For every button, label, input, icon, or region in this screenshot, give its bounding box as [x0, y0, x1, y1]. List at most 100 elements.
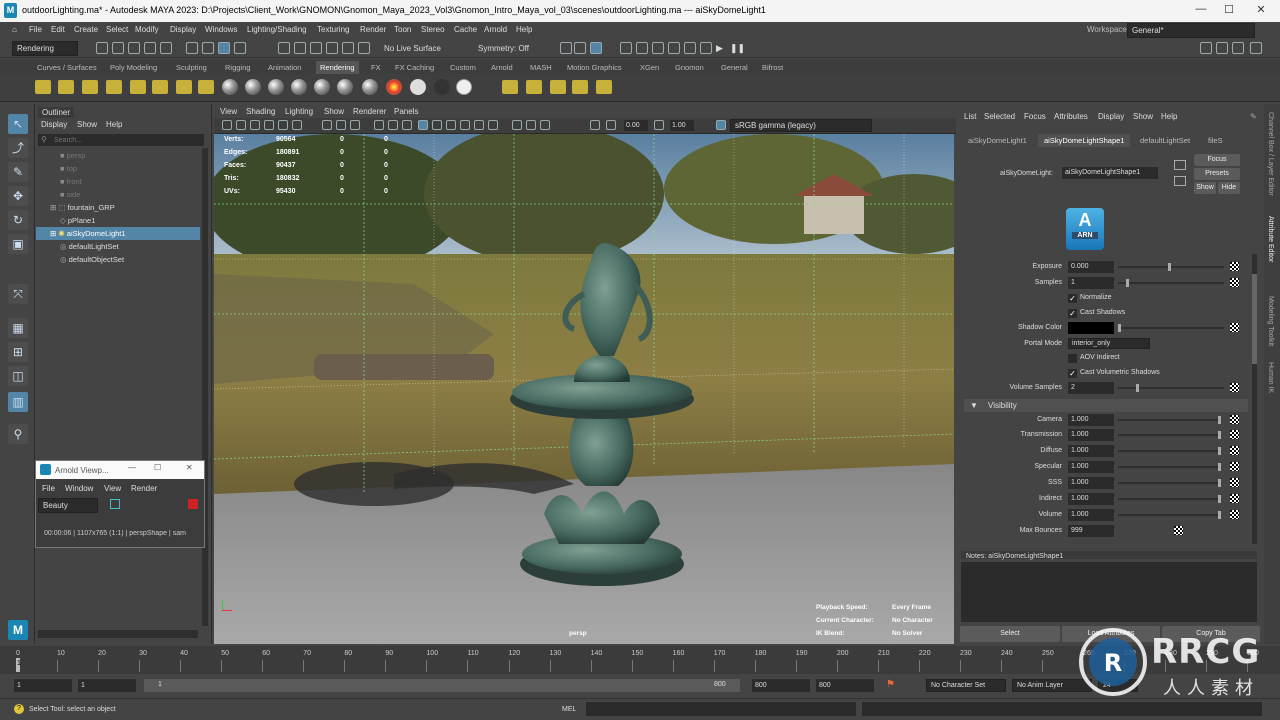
lambert-sphere-icon[interactable] [245, 79, 261, 95]
vis-specular-slider[interactable] [1118, 463, 1221, 471]
tool-settings-toggle-icon[interactable] [1232, 42, 1244, 54]
menu-select[interactable]: Select [106, 25, 128, 34]
spot-light-icon[interactable] [35, 80, 51, 94]
map-button-icon[interactable] [1230, 478, 1239, 487]
move-tool-icon[interactable]: ✥ [8, 186, 28, 206]
anti-alias-icon[interactable] [488, 120, 498, 130]
ipr-render-icon[interactable] [652, 42, 664, 54]
exposure-field[interactable]: 0.00 [624, 120, 648, 131]
tab-attribute-editor[interactable]: Attribute Editor [1267, 216, 1274, 262]
camera-icon[interactable] [176, 80, 192, 94]
ae-go-input-icon[interactable] [1174, 160, 1186, 170]
volume-light-icon[interactable] [152, 80, 168, 94]
menu-home-icon[interactable]: ⌂ [12, 25, 17, 34]
character-set-dropdown[interactable]: No Character Set [926, 679, 1006, 692]
menu-lighting-shading[interactable]: Lighting/Shading [247, 25, 307, 34]
shelf-tab-sculpting[interactable]: Sculpting [176, 63, 207, 72]
vp-menu-panels[interactable]: Panels [394, 107, 418, 116]
arnold-menu-file[interactable]: File [42, 484, 55, 493]
ae-menu-selected[interactable]: Selected [984, 112, 1015, 121]
arnold-close-button[interactable]: ✕ [186, 463, 193, 472]
vis-volume-field[interactable]: 1.000 [1068, 509, 1114, 521]
menuset-dropdown[interactable]: Rendering [12, 41, 78, 56]
lights-icon[interactable] [432, 120, 442, 130]
workspace-dropdown[interactable]: General* [1127, 23, 1255, 38]
shelf-tab-fx-caching[interactable]: FX Caching [395, 63, 434, 72]
vis-volume-slider[interactable] [1118, 511, 1221, 519]
arnold-menu-view[interactable]: View [104, 484, 121, 493]
render-view-shelf-icon[interactable] [596, 80, 612, 94]
arnold-minimize-button[interactable]: — [128, 463, 136, 472]
shelf-tab-curves[interactable]: Curves / Surfaces [37, 63, 97, 72]
arnold-crop-icon[interactable] [110, 499, 120, 509]
wireframe-on-shaded-icon[interactable] [402, 120, 412, 130]
menu-windows[interactable]: Windows [205, 25, 237, 34]
arnold-maximize-button[interactable]: ☐ [154, 463, 161, 472]
snap-surface-icon[interactable] [342, 42, 354, 54]
lock-selection-icon[interactable] [234, 42, 246, 54]
shelf-tab-xgen[interactable]: XGen [640, 63, 659, 72]
snap-point-icon[interactable] [310, 42, 322, 54]
expand-icon[interactable]: ⊞ [50, 229, 56, 238]
vp-menu-renderer[interactable]: Renderer [353, 107, 386, 116]
camera-attributes-icon[interactable] [236, 120, 246, 130]
redo-icon[interactable] [160, 42, 172, 54]
samples-slider[interactable] [1118, 279, 1224, 287]
color-sphere-icon[interactable] [386, 79, 402, 95]
ae-menu-help[interactable]: Help [1161, 112, 1177, 121]
ae-node-name-field[interactable]: aiSkyDomeLightShape1 [1062, 167, 1158, 179]
shelf-tab-general[interactable]: General [721, 63, 748, 72]
playback-start-field[interactable]: 1 [78, 679, 136, 692]
map-button-icon[interactable] [1230, 430, 1239, 439]
2d-pan-icon[interactable] [278, 120, 288, 130]
maximize-button[interactable]: ☐ [1214, 3, 1244, 19]
paint-select-icon[interactable]: ✎ [8, 162, 28, 182]
vis-camera-field[interactable]: 1.000 [1068, 414, 1114, 426]
select-object-icon[interactable] [202, 42, 214, 54]
menu-modify[interactable]: Modify [135, 25, 159, 34]
save-scene-icon[interactable] [128, 42, 140, 54]
grid-icon[interactable] [322, 120, 332, 130]
outliner-item-side[interactable]: ■ side [36, 188, 200, 201]
shelf-tab-arnold[interactable]: Arnold [491, 63, 513, 72]
vp-menu-show[interactable]: Show [324, 107, 344, 116]
light-editor-icon[interactable] [700, 42, 712, 54]
flat-sphere-icon[interactable] [456, 79, 472, 95]
menu-help[interactable]: Help [516, 25, 532, 34]
dark-sphere-icon[interactable] [434, 79, 450, 95]
ae-menu-attributes[interactable]: Attributes [1054, 112, 1088, 121]
outliner-item-top[interactable]: ■ top [36, 162, 200, 175]
ae-presets-button[interactable]: Presets [1194, 168, 1240, 180]
select-tool-icon[interactable]: ↖ [8, 114, 28, 134]
samples-field[interactable]: 1 [1068, 277, 1114, 289]
shadows-icon[interactable] [446, 120, 456, 130]
ae-tab-file[interactable]: fileS [1208, 136, 1223, 145]
play-icon[interactable]: ▶ [716, 43, 723, 54]
vis-sss-field[interactable]: 1.000 [1068, 477, 1114, 489]
shadow-color-swatch[interactable] [1068, 322, 1114, 334]
ramp-sphere-icon[interactable] [337, 79, 353, 95]
bookmark-icon[interactable] [250, 120, 260, 130]
tab-modeling-toolkit[interactable]: Modeling Toolkit [1267, 296, 1274, 346]
camera-aim-icon[interactable] [198, 80, 214, 94]
tab-channel-box[interactable]: Channel Box / Layer Editor [1267, 112, 1274, 196]
menu-edit[interactable]: Edit [51, 25, 65, 34]
select-component-icon[interactable] [218, 42, 230, 54]
ae-tab-shape[interactable]: aiSkyDomeLightShape1 [1038, 134, 1131, 147]
vp-menu-lighting[interactable]: Lighting [285, 107, 313, 116]
outliner-menu-show[interactable]: Show [77, 120, 97, 129]
expand-icon[interactable]: ⊞ [50, 203, 56, 212]
menu-toon[interactable]: Toon [394, 25, 411, 34]
smooth-shade-icon[interactable] [388, 120, 398, 130]
open-scene-icon[interactable] [112, 42, 124, 54]
range-slider[interactable]: 1 800 [144, 679, 740, 692]
outliner-h-scrollbar[interactable] [38, 630, 198, 638]
ae-hide-button[interactable]: Hide [1218, 182, 1240, 194]
area-light-icon[interactable] [130, 80, 146, 94]
aov-indirect-checkbox[interactable] [1068, 354, 1077, 363]
ae-tab-transform[interactable]: aiSkyDomeLight1 [968, 136, 1027, 145]
ae-tab-lightset[interactable]: defaultLightSet [1140, 136, 1190, 145]
panel-toggle-icon[interactable] [1250, 42, 1262, 54]
volume-samples-field[interactable]: 2 [1068, 382, 1114, 394]
map-button-icon[interactable] [1230, 462, 1239, 471]
